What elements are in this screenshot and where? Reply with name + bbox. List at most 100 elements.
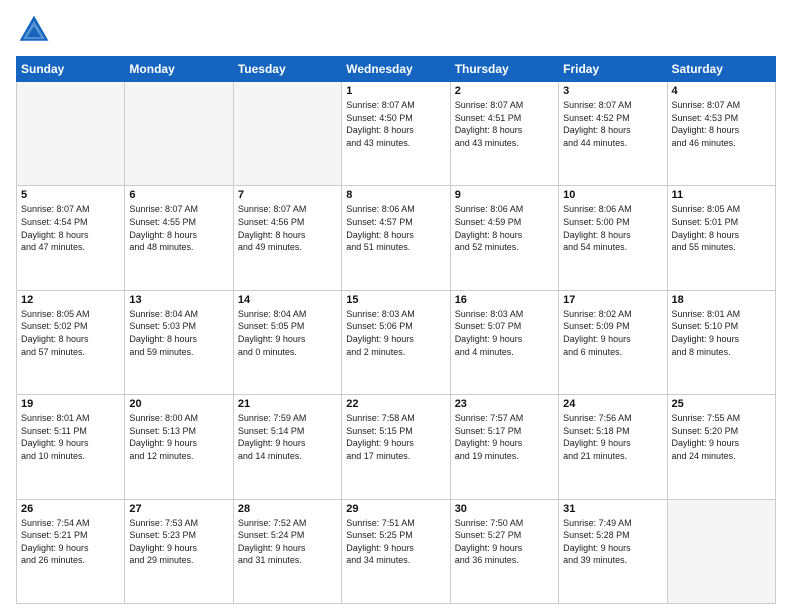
day-info: Sunrise: 8:06 AM Sunset: 4:57 PM Dayligh…: [346, 203, 445, 253]
day-cell: 3 Sunrise: 8:07 AM Sunset: 4:52 PM Daylig…: [559, 82, 667, 186]
weekday-wednesday: Wednesday: [342, 57, 450, 82]
day-info: Sunrise: 8:00 AM Sunset: 5:13 PM Dayligh…: [129, 412, 228, 462]
day-number: 13: [129, 294, 228, 306]
day-info: Sunrise: 8:03 AM Sunset: 5:06 PM Dayligh…: [346, 308, 445, 358]
week-row-1: 5 Sunrise: 8:07 AM Sunset: 4:54 PM Daylig…: [17, 186, 776, 290]
day-number: 23: [455, 398, 554, 410]
calendar: SundayMondayTuesdayWednesdayThursdayFrid…: [16, 56, 776, 604]
day-info: Sunrise: 8:07 AM Sunset: 4:53 PM Dayligh…: [672, 99, 771, 149]
day-cell: 6 Sunrise: 8:07 AM Sunset: 4:55 PM Daylig…: [125, 186, 233, 290]
day-number: 1: [346, 85, 445, 97]
week-row-3: 19 Sunrise: 8:01 AM Sunset: 5:11 PM Dayli…: [17, 395, 776, 499]
day-cell: 23 Sunrise: 7:57 AM Sunset: 5:17 PM Dayli…: [450, 395, 558, 499]
day-info: Sunrise: 7:55 AM Sunset: 5:20 PM Dayligh…: [672, 412, 771, 462]
day-cell: 15 Sunrise: 8:03 AM Sunset: 5:06 PM Dayli…: [342, 290, 450, 394]
week-row-0: 1 Sunrise: 8:07 AM Sunset: 4:50 PM Daylig…: [17, 82, 776, 186]
day-cell: 10 Sunrise: 8:06 AM Sunset: 5:00 PM Dayli…: [559, 186, 667, 290]
day-number: 2: [455, 85, 554, 97]
day-info: Sunrise: 8:04 AM Sunset: 5:05 PM Dayligh…: [238, 308, 337, 358]
weekday-header-row: SundayMondayTuesdayWednesdayThursdayFrid…: [17, 57, 776, 82]
day-cell: 12 Sunrise: 8:05 AM Sunset: 5:02 PM Dayli…: [17, 290, 125, 394]
day-number: 14: [238, 294, 337, 306]
day-info: Sunrise: 7:50 AM Sunset: 5:27 PM Dayligh…: [455, 517, 554, 567]
week-row-2: 12 Sunrise: 8:05 AM Sunset: 5:02 PM Dayli…: [17, 290, 776, 394]
day-number: 18: [672, 294, 771, 306]
day-cell: [17, 82, 125, 186]
day-number: 8: [346, 189, 445, 201]
day-number: 28: [238, 503, 337, 515]
day-number: 7: [238, 189, 337, 201]
day-info: Sunrise: 8:02 AM Sunset: 5:09 PM Dayligh…: [563, 308, 662, 358]
day-info: Sunrise: 8:04 AM Sunset: 5:03 PM Dayligh…: [129, 308, 228, 358]
day-number: 5: [21, 189, 120, 201]
day-cell: 4Sunrise: 8:07 AM Sunset: 4:53 PM Daylig…: [667, 82, 775, 186]
day-number: 22: [346, 398, 445, 410]
day-info: Sunrise: 7:51 AM Sunset: 5:25 PM Dayligh…: [346, 517, 445, 567]
day-cell: 27Sunrise: 7:53 AM Sunset: 5:23 PM Dayli…: [125, 499, 233, 603]
day-number: 11: [672, 189, 771, 201]
day-number: 3: [563, 85, 662, 97]
day-cell: 16 Sunrise: 8:03 AM Sunset: 5:07 PM Dayli…: [450, 290, 558, 394]
day-info: Sunrise: 8:05 AM Sunset: 5:02 PM Dayligh…: [21, 308, 120, 358]
day-number: 25: [672, 398, 771, 410]
day-number: 19: [21, 398, 120, 410]
day-info: Sunrise: 7:59 AM Sunset: 5:14 PM Dayligh…: [238, 412, 337, 462]
day-cell: 8 Sunrise: 8:06 AM Sunset: 4:57 PM Daylig…: [342, 186, 450, 290]
day-number: 9: [455, 189, 554, 201]
day-info: Sunrise: 8:01 AM Sunset: 5:11 PM Dayligh…: [21, 412, 120, 462]
day-cell: 7 Sunrise: 8:07 AM Sunset: 4:56 PM Daylig…: [233, 186, 341, 290]
day-cell: 17 Sunrise: 8:02 AM Sunset: 5:09 PM Dayli…: [559, 290, 667, 394]
day-cell: 30 Sunrise: 7:50 AM Sunset: 5:27 PM Dayli…: [450, 499, 558, 603]
weekday-friday: Friday: [559, 57, 667, 82]
day-cell: 1 Sunrise: 8:07 AM Sunset: 4:50 PM Daylig…: [342, 82, 450, 186]
day-info: Sunrise: 8:07 AM Sunset: 4:54 PM Dayligh…: [21, 203, 120, 253]
day-number: 10: [563, 189, 662, 201]
day-cell: [667, 499, 775, 603]
day-info: Sunrise: 8:06 AM Sunset: 5:00 PM Dayligh…: [563, 203, 662, 253]
day-info: Sunrise: 7:54 AM Sunset: 5:21 PM Dayligh…: [21, 517, 120, 567]
day-info: Sunrise: 8:03 AM Sunset: 5:07 PM Dayligh…: [455, 308, 554, 358]
logo: [16, 12, 56, 48]
page: SundayMondayTuesdayWednesdayThursdayFrid…: [0, 0, 792, 612]
day-info: Sunrise: 8:07 AM Sunset: 4:55 PM Dayligh…: [129, 203, 228, 253]
day-cell: 24Sunrise: 7:56 AM Sunset: 5:18 PM Dayli…: [559, 395, 667, 499]
day-number: 20: [129, 398, 228, 410]
day-number: 12: [21, 294, 120, 306]
day-info: Sunrise: 7:57 AM Sunset: 5:17 PM Dayligh…: [455, 412, 554, 462]
logo-icon: [16, 12, 52, 48]
day-number: 21: [238, 398, 337, 410]
day-info: Sunrise: 8:07 AM Sunset: 4:50 PM Dayligh…: [346, 99, 445, 149]
day-info: Sunrise: 8:07 AM Sunset: 4:52 PM Dayligh…: [563, 99, 662, 149]
day-number: 15: [346, 294, 445, 306]
day-cell: 14 Sunrise: 8:04 AM Sunset: 5:05 PM Dayli…: [233, 290, 341, 394]
weekday-saturday: Saturday: [667, 57, 775, 82]
day-cell: 28 Sunrise: 7:52 AM Sunset: 5:24 PM Dayli…: [233, 499, 341, 603]
day-info: Sunrise: 7:52 AM Sunset: 5:24 PM Dayligh…: [238, 517, 337, 567]
day-cell: 5 Sunrise: 8:07 AM Sunset: 4:54 PM Daylig…: [17, 186, 125, 290]
day-cell: 19 Sunrise: 8:01 AM Sunset: 5:11 PM Dayli…: [17, 395, 125, 499]
day-number: 30: [455, 503, 554, 515]
day-cell: 26 Sunrise: 7:54 AM Sunset: 5:21 PM Dayli…: [17, 499, 125, 603]
day-info: Sunrise: 7:53 AM Sunset: 5:23 PM Dayligh…: [129, 517, 228, 567]
day-cell: 21 Sunrise: 7:59 AM Sunset: 5:14 PM Dayli…: [233, 395, 341, 499]
day-info: Sunrise: 8:07 AM Sunset: 4:51 PM Dayligh…: [455, 99, 554, 149]
day-number: 6: [129, 189, 228, 201]
day-number: 24: [563, 398, 662, 410]
day-cell: 31Sunrise: 7:49 AM Sunset: 5:28 PM Dayli…: [559, 499, 667, 603]
weekday-monday: Monday: [125, 57, 233, 82]
day-info: Sunrise: 7:58 AM Sunset: 5:15 PM Dayligh…: [346, 412, 445, 462]
day-info: Sunrise: 8:05 AM Sunset: 5:01 PM Dayligh…: [672, 203, 771, 253]
day-info: Sunrise: 8:01 AM Sunset: 5:10 PM Dayligh…: [672, 308, 771, 358]
day-number: 16: [455, 294, 554, 306]
day-cell: 2 Sunrise: 8:07 AM Sunset: 4:51 PM Daylig…: [450, 82, 558, 186]
weekday-sunday: Sunday: [17, 57, 125, 82]
day-cell: 18 Sunrise: 8:01 AM Sunset: 5:10 PM Dayli…: [667, 290, 775, 394]
day-number: 31: [563, 503, 662, 515]
day-cell: 20 Sunrise: 8:00 AM Sunset: 5:13 PM Dayli…: [125, 395, 233, 499]
day-number: 17: [563, 294, 662, 306]
weekday-tuesday: Tuesday: [233, 57, 341, 82]
day-info: Sunrise: 8:07 AM Sunset: 4:56 PM Dayligh…: [238, 203, 337, 253]
day-cell: [233, 82, 341, 186]
day-number: 26: [21, 503, 120, 515]
day-info: Sunrise: 8:06 AM Sunset: 4:59 PM Dayligh…: [455, 203, 554, 253]
